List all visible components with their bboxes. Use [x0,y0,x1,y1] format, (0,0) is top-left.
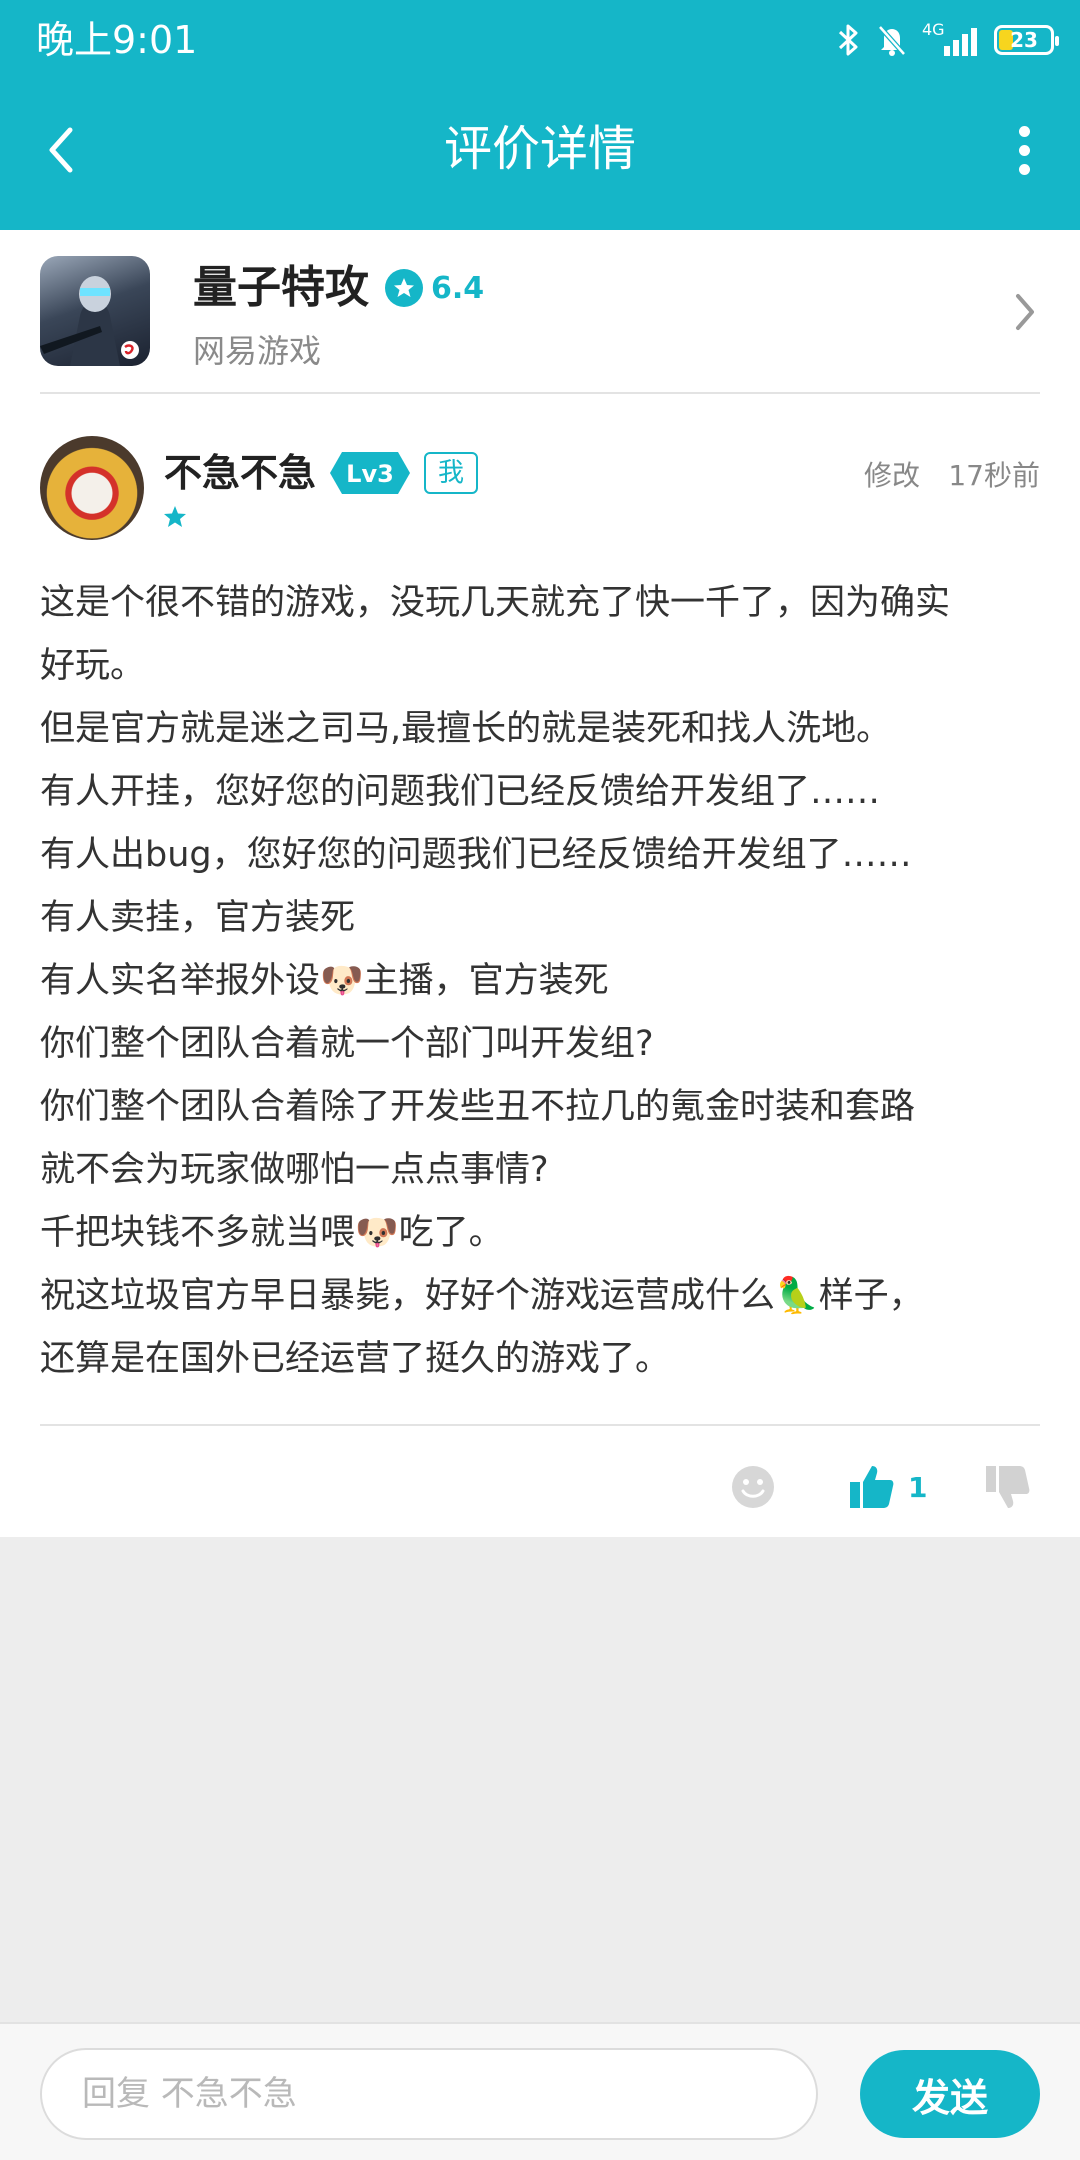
game-info-row[interactable]: 量子特攻 6.4 网易游戏 [0,230,1080,393]
review-line: 千把块钱不多就当喂🐶吃了。 [40,1213,504,1253]
review-line: 还算是在国外已经运营了挺久的游戏了。 [40,1339,671,1379]
me-badge: 我 [424,452,479,494]
star-icon [164,506,186,527]
status-time: 晚上9:01 [36,18,198,62]
review-line: 有人实名举报外设🐶主播，官方装死 [40,961,609,1001]
like-button[interactable]: 1 [850,1442,927,1532]
game-name: 量子特攻 [193,262,369,313]
rating-value: 6.4 [431,270,485,306]
game-developer: 网易游戏 [193,332,322,370]
divider [40,392,1040,394]
send-button[interactable]: 发送 [860,2050,1040,2138]
bluetooth-icon [836,23,862,57]
review-text: 这是个很不错的游戏，没玩几天就充了快一千了，因为确实 好玩。 但是官方就是迷之司… [40,572,1040,1391]
review-line: 有人卖挂，官方装死 [40,898,356,938]
reply-bar: 发送 [0,2022,1080,2160]
review-card: 量子特攻 6.4 网易游戏 不急不急 Lv3 我 修改 17秒前 这是个很不错的… [0,230,1080,1537]
like-count: 1 [908,1470,928,1504]
dislike-button[interactable] [986,1442,1030,1532]
review-line: 你们整个团队合着除了开发些丑不拉几的氪金时装和套路 [40,1087,916,1127]
review-line: 你们整个团队合着就一个部门叫开发组? [40,1024,654,1064]
bell-off-icon [876,23,908,57]
signal-icon: 4G [922,20,980,60]
emoji-reaction-button[interactable] [730,1442,776,1532]
avatar[interactable] [40,436,144,540]
review-line: 就不会为玩家做哪怕一点点事情? [40,1150,549,1190]
review-line: 有人出bug，您好您的问题我们已经反馈给开发组了…… [40,835,912,875]
game-rating: 6.4 [385,266,484,310]
status-icons: 4G 23 [836,18,1059,62]
review-line: 祝这垃圾官方早日暴毙，好好个游戏运营成什么🦜样子， [40,1276,924,1316]
review-line: 好玩。 [40,646,146,686]
battery-icon: 23 [994,25,1059,55]
level-text: Lv3 [346,460,394,488]
review-line: 这是个很不错的游戏，没玩几天就充了快一千了，因为确实 [40,583,951,623]
review-line: 但是官方就是迷之司马,最擅长的就是装死和找人洗地。 [40,709,892,749]
battery-level: 23 [1010,28,1038,52]
emoji-icon [732,1466,774,1508]
divider [40,1424,1040,1426]
edit-button[interactable]: 修改 [864,454,920,494]
thumb-down-icon [986,1466,1030,1508]
more-vertical-icon [1018,125,1030,137]
level-badge: Lv3 [330,452,410,494]
thumb-up-icon [850,1466,894,1508]
reply-input[interactable] [40,2048,818,2140]
more-menu-button[interactable] [1004,120,1044,180]
review-line: 有人开挂，您好您的问题我们已经反馈给开发组了…… [40,772,881,812]
review-actions: 1 [0,1442,1080,1532]
star-icon [385,269,423,307]
user-name[interactable]: 不急不急 [164,448,316,498]
top-bar: 晚上9:01 4G 23 评价详情 [0,0,1080,230]
page-title: 评价详情 [443,121,636,177]
game-icon [40,256,150,366]
chevron-right-icon [1016,294,1034,330]
post-time: 17秒前 [948,459,1040,492]
network-type-label: 4G [922,20,945,39]
